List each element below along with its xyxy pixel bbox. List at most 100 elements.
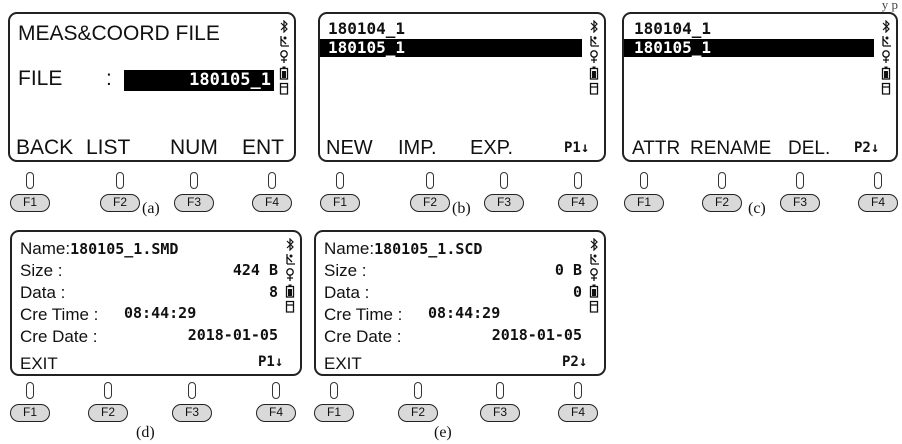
softkey-import[interactable]: IMP. [398,138,437,158]
page-indicator[interactable]: P1↓ [564,141,589,155]
caption-b: (b) [452,200,471,217]
key-stem [336,172,344,189]
name-value: 180105_1.SCD [374,240,483,258]
page-indicator[interactable]: P2↓ [854,141,879,155]
data-label: Data : [20,283,66,302]
f3-key[interactable]: F3 [480,382,520,426]
f2-key[interactable]: F2 [410,172,450,216]
date-value: 2018-01-05 [491,326,582,344]
softkey-delete[interactable]: DEL. [788,139,830,158]
plumb-icon [882,50,890,63]
f2-label[interactable]: F2 [100,194,140,212]
f4-key[interactable]: F4 [858,172,898,216]
f4-key[interactable]: F4 [558,382,598,426]
f3-key[interactable]: F3 [174,172,214,216]
key-stem [188,382,196,399]
softkey-rename[interactable]: RENAME [690,139,771,158]
file-list-item-selected[interactable]: 180105_1 [624,39,874,57]
f2-key[interactable]: F2 [100,172,140,216]
f3-key[interactable]: F3 [172,382,212,426]
f1-key[interactable]: F1 [10,382,50,426]
softkey-back[interactable]: BACK [16,137,73,158]
file-label: FILE [18,67,63,90]
file-list-item-selected[interactable]: 180105_1 [320,39,582,57]
softkey-export[interactable]: EXP. [470,138,513,158]
status-icons [283,238,297,315]
softkey-ent[interactable]: ENT [242,137,284,158]
f4-label[interactable]: F4 [858,194,898,212]
memory-card-icon [589,82,599,95]
f1-key[interactable]: F1 [314,382,354,426]
f2-key[interactable]: F2 [398,382,438,426]
f2-key[interactable]: F2 [702,172,742,216]
f4-label[interactable]: F4 [558,194,598,212]
softkey-attr[interactable]: ATTR [632,139,680,158]
f2-label[interactable]: F2 [398,404,438,422]
key-stem [26,172,34,189]
key-stem [640,172,648,189]
f3-label[interactable]: F3 [480,404,520,422]
softkey-exit[interactable]: EXIT [20,355,58,372]
f4-key[interactable]: F4 [256,382,296,426]
f3-key[interactable]: F3 [780,172,820,216]
f1-key[interactable]: F1 [10,172,50,216]
softkey-exit[interactable]: EXIT [324,355,362,372]
key-stem [190,172,198,189]
name-row: Name:180105_1.SMD [20,240,278,257]
bluetooth-icon [882,20,890,33]
key-stem [718,172,726,189]
f4-label[interactable]: F4 [252,194,292,212]
f1-label[interactable]: F1 [320,194,360,212]
time-label: Cre Time : [20,305,99,324]
f1-key[interactable]: F1 [320,172,360,216]
battery-icon [279,66,289,80]
f1-label[interactable]: F1 [624,194,664,212]
screen-b: 180104_1 180105_1 NEW IMP. EXP. P1↓ [318,12,606,162]
f3-label[interactable]: F3 [484,194,524,212]
bluetooth-icon [280,20,288,33]
f4-label[interactable]: F4 [558,404,598,422]
page-indicator[interactable]: P1↓ [258,355,283,369]
key-stem [414,382,422,399]
softkey-bar: EXIT P2↓ [316,348,604,372]
f3-label[interactable]: F3 [174,194,214,212]
f3-label[interactable]: F3 [172,404,212,422]
softkey-list[interactable]: LIST [86,137,130,158]
caption-a: (a) [142,200,160,217]
file-list-item[interactable]: 180104_1 [320,20,582,38]
f2-label[interactable]: F2 [88,404,128,422]
f3-label[interactable]: F3 [780,194,820,212]
f2-label[interactable]: F2 [410,194,450,212]
softkey-num[interactable]: NUM [170,137,218,158]
f2-key[interactable]: F2 [88,382,128,426]
softkey-bar: EXIT P1↓ [12,348,300,372]
page-indicator[interactable]: P2↓ [562,355,587,369]
data-value: 8 [268,283,278,301]
f4-key[interactable]: F4 [558,172,598,216]
antenna-icon [590,36,599,47]
f2-label[interactable]: F2 [702,194,742,212]
plumb-icon [590,50,598,63]
softkey-bar: BACK LIST NUM ENT [10,134,294,158]
f1-key[interactable]: F1 [624,172,664,216]
f1-label[interactable]: F1 [314,404,354,422]
key-stem [496,382,504,399]
f4-label[interactable]: F4 [256,404,296,422]
f4-key[interactable]: F4 [252,172,292,216]
key-stem [500,172,508,189]
panel-b: 180104_1 180105_1 NEW IMP. EXP. P1↓ F1 F… [318,12,610,218]
file-list-item[interactable]: 180104_1 [624,20,874,38]
f3-key[interactable]: F3 [484,172,524,216]
panel-d: Name:180105_1.SMD Size : 424 B Data : 8 … [10,230,304,444]
f1-label[interactable]: F1 [10,194,50,212]
key-stem [116,172,124,189]
battery-icon [881,66,891,80]
name-value: 180105_1.SMD [70,240,179,258]
f1-label[interactable]: F1 [10,404,50,422]
plumb-icon [590,268,598,281]
softkey-new[interactable]: NEW [326,138,373,158]
date-value: 2018-01-05 [187,326,278,344]
file-input[interactable]: 180105_1 [124,70,274,91]
function-key-row: F1 F2 F3 F4 [10,382,304,426]
name-label: Name: [20,239,71,258]
